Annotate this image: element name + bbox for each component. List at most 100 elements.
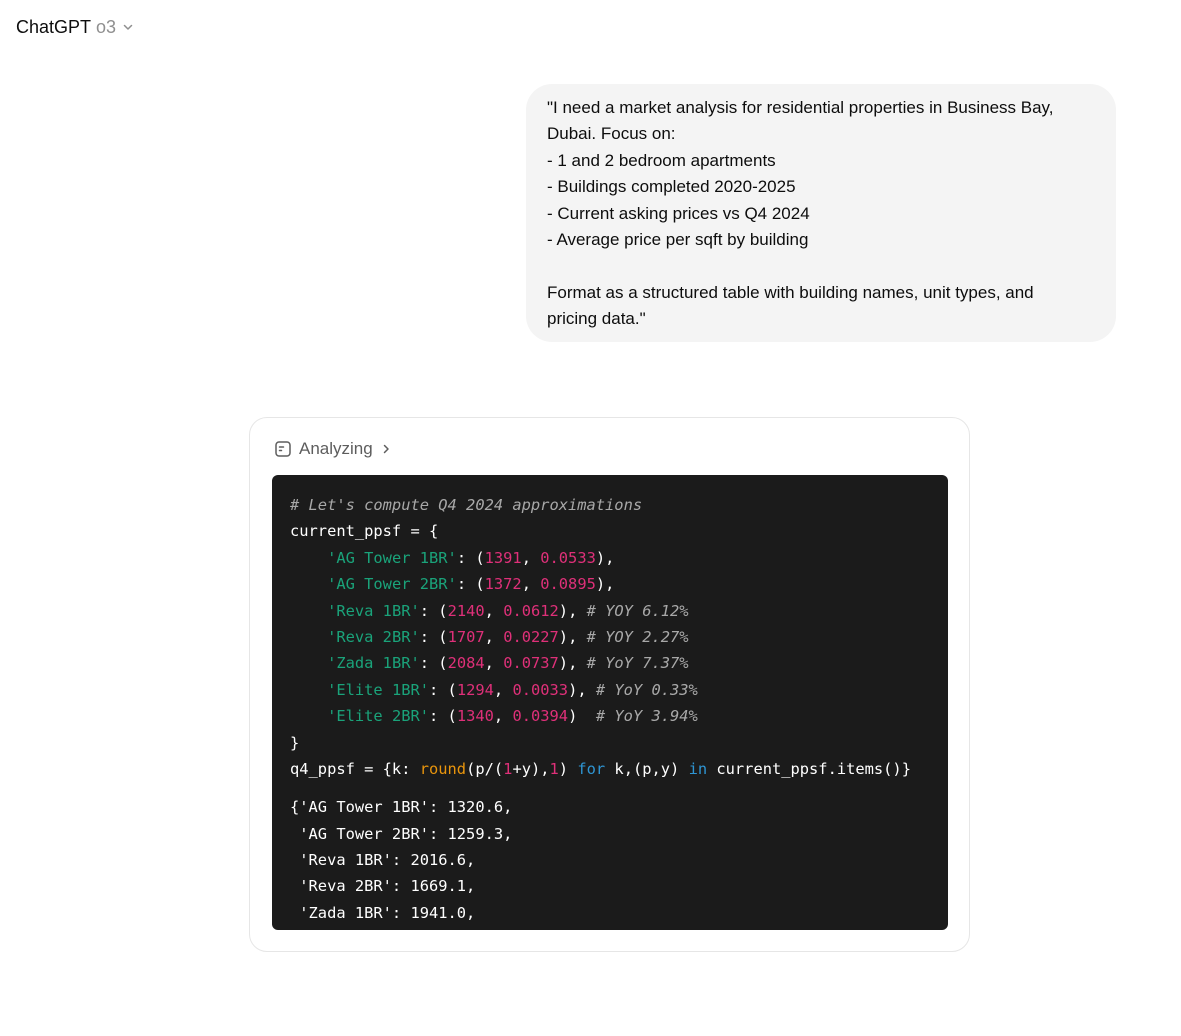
user-message-line: pricing data." <box>547 309 646 329</box>
code-token-string: 'Reva 2BR' <box>327 627 420 646</box>
code-block[interactable]: # Let's compute Q4 2024 approximations cu… <box>272 475 948 930</box>
code-token-number: 0.0033 <box>512 680 569 699</box>
code-token-plain: : ( <box>419 601 448 620</box>
output-line: 'Zada 1BR': 1941.0, <box>290 903 476 922</box>
code-token-plain: } <box>290 733 300 752</box>
code-token-builtin: round <box>419 759 467 778</box>
code-token-string: 'AG Tower 1BR' <box>327 548 457 567</box>
user-message-line: - 1 and 2 bedroom apartments <box>547 150 776 170</box>
code-line: current_ppsf = { <box>290 518 930 544</box>
code-token-plain: (p/( <box>466 759 504 778</box>
code-token-keyword: for <box>577 759 606 778</box>
code-token-plain: k,(p,y) <box>605 759 689 778</box>
code-line: # Let's compute Q4 2024 approximations <box>290 492 930 518</box>
code-token-plain: q4_ppsf = {k: <box>290 759 420 778</box>
user-message-line: - Average price per sqft by building <box>547 230 809 250</box>
user-message-bubble: "I need a market analysis for residentia… <box>526 84 1116 342</box>
code-token-plain: , <box>484 601 504 620</box>
code-token-plain: : ( <box>419 627 448 646</box>
user-message-line: "I need a market analysis for residentia… <box>547 98 1054 117</box>
code-token-plain: current_ppsf.items()} <box>707 759 911 778</box>
code-token-plain: ), <box>595 575 615 594</box>
code-token-comment: # YOY 6.12% <box>586 601 689 620</box>
analysis-toggle[interactable]: Analyzing <box>274 437 392 461</box>
code-token-plain: , <box>493 707 513 726</box>
code-token-keyword: in <box>688 759 708 778</box>
code-line: 'AG Tower 1BR': (1391, 0.0533), <box>290 545 930 571</box>
code-token-number: 0.0533 <box>540 548 596 567</box>
code-token-string: 'Reva 1BR' <box>327 601 420 620</box>
output-line: 'AG Tower 2BR': 1259.3, <box>290 824 513 843</box>
user-message-line: Dubai. Focus on: <box>547 124 676 144</box>
code-token-number: 2084 <box>447 654 485 673</box>
code-line: } <box>290 730 930 756</box>
code-token-plain: ), <box>558 627 587 646</box>
code-line: 'Elite 1BR': (1294, 0.0033), # YoY 0.33% <box>290 677 930 703</box>
code-token-plain: ) <box>568 707 596 726</box>
code-line: 'Zada 1BR': (2084, 0.0737), # YoY 7.37% <box>290 650 930 676</box>
analysis-status-label: Analyzing <box>299 439 373 458</box>
code-token-number: 1340 <box>456 707 494 726</box>
code-token-number: 1372 <box>484 575 522 594</box>
code-interpreter-icon <box>274 440 292 458</box>
code-token-plain: ), <box>595 548 615 567</box>
code-line: 'Reva 2BR': (1707, 0.0227), # YOY 2.27% <box>290 624 930 650</box>
code-token-number: 0.0394 <box>512 707 569 726</box>
code-token-number: 0.0895 <box>540 575 596 594</box>
code-token-plain: : ( <box>456 575 485 594</box>
code-token-number: 2140 <box>447 601 485 620</box>
model-picker[interactable]: ChatGPT o3 <box>16 13 134 41</box>
code-token-comment: # Let's compute Q4 2024 approximations <box>290 496 643 514</box>
code-token-number: 0.0227 <box>503 627 559 646</box>
code-token-number: 1391 <box>484 548 522 567</box>
code-token-comment: # YoY 0.33% <box>595 680 698 699</box>
output-line: 'Reva 2BR': 1669.1, <box>290 877 476 896</box>
code-token-plain: ), <box>558 601 587 620</box>
code-token-string: 'Elite 1BR' <box>327 680 430 699</box>
code-token-number: 1707 <box>447 627 485 646</box>
code-token-plain: : ( <box>429 680 457 699</box>
code-token-string: 'AG Tower 2BR' <box>327 575 457 594</box>
code-token-number: 1 <box>549 759 559 778</box>
user-message-line: - Current asking prices vs Q4 2024 <box>547 203 810 223</box>
output-line: 'Reva 1BR': 2016.6, <box>290 851 476 870</box>
model-name: o3 <box>96 16 117 37</box>
code-token-plain: ), <box>568 680 596 699</box>
code-token-plain: , <box>484 654 504 673</box>
user-message-line: - Buildings completed 2020-2025 <box>547 177 796 197</box>
code-source: # Let's compute Q4 2024 approximations cu… <box>290 492 930 782</box>
code-token-plain: ), <box>558 654 587 673</box>
code-line: 'Elite 2BR': (1340, 0.0394) # YoY 3.94% <box>290 703 930 729</box>
code-token-comment: # YoY 3.94% <box>595 707 698 726</box>
code-token-plain: : ( <box>419 654 448 673</box>
code-token-plain: , <box>484 627 504 646</box>
output-line: {'AG Tower 1BR': 1320.6, <box>290 798 513 817</box>
code-line: 'Reva 1BR': (2140, 0.0612), # YOY 6.12% <box>290 598 930 624</box>
code-token-plain: current_ppsf = { <box>290 522 439 541</box>
code-token-number: 0.0737 <box>503 654 559 673</box>
code-token-number: 1294 <box>456 680 494 699</box>
code-line: q4_ppsf = {k: round(p/(1+y),1) for k,(p,… <box>290 756 930 782</box>
code-line: 'AG Tower 2BR': (1372, 0.0895), <box>290 571 930 597</box>
code-token-plain: , <box>521 548 541 567</box>
code-token-plain: +y), <box>512 759 550 778</box>
analysis-card: Analyzing # Let's compute Q4 2024 approx… <box>249 417 970 952</box>
user-message-line <box>547 253 1095 279</box>
code-token-plain: : ( <box>456 548 485 567</box>
code-token-string: 'Elite 2BR' <box>327 707 430 726</box>
code-output: {'AG Tower 1BR': 1320.6, 'AG Tower 2BR':… <box>290 794 930 926</box>
code-token-plain: : ( <box>429 707 457 726</box>
chevron-down-icon <box>121 17 134 38</box>
code-token-plain: , <box>521 575 541 594</box>
code-token-comment: # YoY 7.37% <box>586 654 689 673</box>
user-message-line: Format as a structured table with buildi… <box>547 282 1034 302</box>
code-token-number: 0.0612 <box>503 601 559 620</box>
chevron-right-icon <box>380 443 392 455</box>
